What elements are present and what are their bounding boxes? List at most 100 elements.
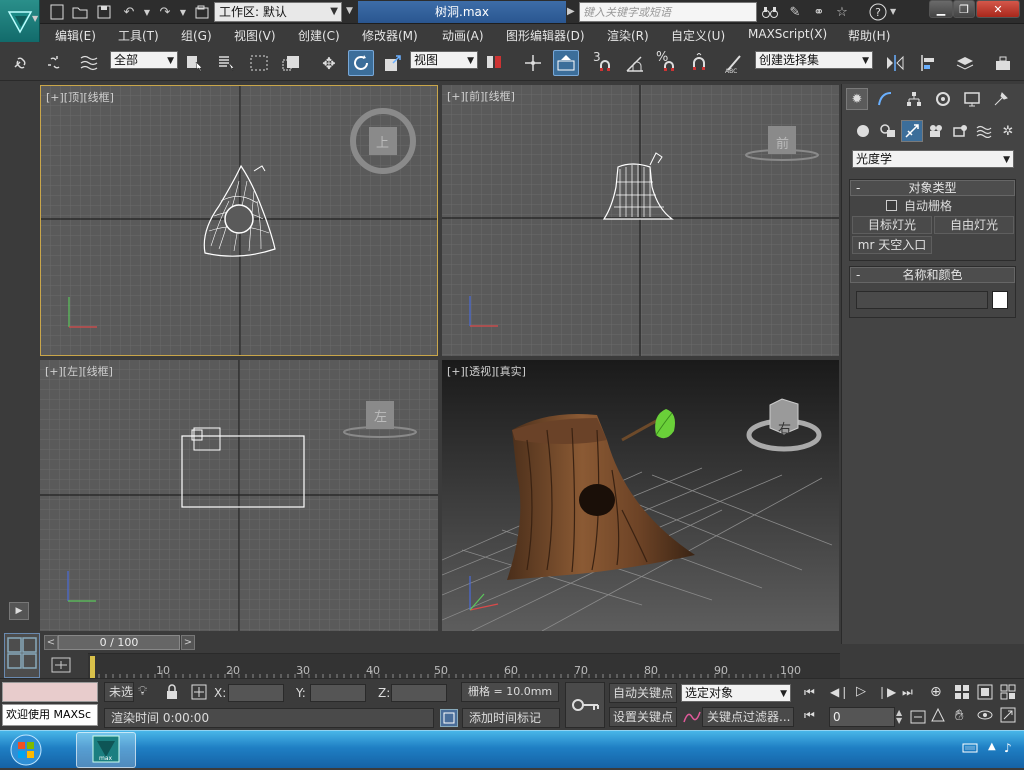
link-icon[interactable] (8, 50, 34, 76)
menu-animation[interactable]: 动画(A) (442, 27, 484, 44)
manipulate-icon[interactable] (520, 50, 546, 76)
tree-stump-wireframe-front[interactable] (602, 147, 680, 222)
move-icon[interactable]: ✥ (316, 50, 342, 76)
next-frame-icon[interactable]: > (181, 635, 195, 650)
search-input[interactable]: 键入关键字或短语 (579, 2, 757, 22)
frame-counter[interactable]: 0 / 100 (58, 635, 180, 650)
close-button[interactable]: ✕ (976, 0, 1020, 18)
zoom-extents-icon[interactable] (977, 684, 993, 700)
viewport-top-label[interactable]: [+][顶][线框] (46, 89, 114, 105)
menu-rendering[interactable]: 渲染(R) (607, 27, 649, 44)
time-slider[interactable]: < 0 / 100 > (40, 633, 840, 653)
redo-icon[interactable]: ↷ (156, 3, 174, 21)
set-key-big-button[interactable] (565, 682, 605, 728)
maxscript-listener-output[interactable] (2, 682, 98, 702)
maximize-button[interactable]: ❐ (953, 0, 975, 18)
z-coordinate-field[interactable] (391, 684, 447, 702)
menu-maxscript[interactable]: MAXScript(X) (748, 27, 827, 41)
cameras-category-icon[interactable] (925, 120, 947, 142)
helpers-category-icon[interactable] (949, 120, 971, 142)
selection-lock-icon[interactable] (165, 684, 181, 700)
redo-dropdown-icon[interactable]: ▼ (174, 3, 192, 21)
pivot-center-icon[interactable] (482, 50, 508, 76)
key-mode-dropdown[interactable]: 选定对象 ▼ (681, 684, 791, 702)
viewport-perspective[interactable]: [+][透视][真实] 右 (442, 360, 839, 631)
volume-icon[interactable]: ♪ (1004, 741, 1012, 755)
viewport-front-label[interactable]: [+][前][线框] (447, 88, 515, 104)
project-folder-icon[interactable] (193, 3, 211, 21)
free-light-button[interactable]: 自由灯光 (934, 216, 1014, 234)
track-bar[interactable]: 10 20 30 40 50 60 70 80 90 100 (88, 653, 840, 679)
orbit-icon[interactable] (977, 707, 993, 723)
object-name-input[interactable] (856, 291, 988, 309)
light-type-dropdown[interactable]: 光度学 ▼ (852, 150, 1014, 168)
percent-snap-icon[interactable]: % (654, 50, 680, 76)
play-icon[interactable]: ▷ (856, 684, 866, 699)
select-by-name-icon[interactable] (214, 50, 240, 76)
align-icon[interactable] (916, 50, 942, 76)
y-coordinate-field[interactable] (310, 684, 366, 702)
quick-access-more-icon[interactable]: ▼ (346, 6, 353, 16)
zoom-icon[interactable]: ⊕ (930, 684, 942, 700)
next-key-icon[interactable]: ❘▶ (877, 685, 896, 699)
viewport-front[interactable]: [+][前][线框] 前 (442, 85, 839, 356)
menu-view[interactable]: 视图(V) (234, 27, 276, 44)
open-folder-icon[interactable] (71, 3, 89, 21)
field-of-view-icon[interactable] (930, 707, 946, 723)
new-file-icon[interactable] (48, 3, 66, 21)
modify-tab-icon[interactable] (874, 88, 896, 110)
pan-hand-icon[interactable]: ✋︎ (955, 706, 964, 724)
isolate-selection-icon[interactable]: 💡︎ (138, 684, 154, 700)
time-configuration-icon[interactable] (910, 709, 926, 725)
communication-center-icon[interactable]: ⚭ (810, 3, 828, 21)
geometry-category-icon[interactable] (852, 120, 874, 142)
photometric-light-object[interactable] (180, 425, 308, 510)
window-crossing-icon[interactable] (278, 50, 304, 76)
edit-named-selection-icon[interactable]: ABC (722, 50, 748, 76)
lights-category-icon[interactable] (901, 120, 923, 142)
viewport-perspective-label[interactable]: [+][透视][真实] (447, 363, 526, 379)
zoom-extents-all-icon[interactable] (1000, 684, 1016, 700)
auto-grid-checkbox[interactable] (886, 200, 897, 211)
shapes-category-icon[interactable] (877, 120, 899, 142)
previous-key-icon[interactable]: ◀❘ (830, 685, 849, 699)
space-warps-category-icon[interactable] (973, 120, 995, 142)
object-color-swatch[interactable] (992, 291, 1008, 309)
maximize-viewport-icon[interactable] (1000, 707, 1016, 723)
keyboard-tray-icon[interactable] (962, 741, 978, 755)
snaps-toggle-icon[interactable]: 3 (590, 50, 616, 76)
expand-left-panel-icon[interactable]: ▶ (9, 602, 29, 620)
mirror-icon[interactable] (882, 50, 908, 76)
binoculars-icon[interactable] (761, 3, 779, 21)
tree-stump-wireframe-top[interactable] (199, 161, 279, 261)
utilities-tab-icon[interactable] (990, 88, 1012, 110)
go-to-end-icon[interactable]: ⏭ (902, 685, 913, 700)
key-tool-icon[interactable]: ✎ (786, 3, 804, 21)
favorites-star-icon[interactable]: ☆ (833, 3, 851, 21)
viewport-left-label[interactable]: [+][左][线框] (45, 363, 113, 379)
x-coordinate-field[interactable] (228, 684, 284, 702)
menu-help[interactable]: 帮助(H) (848, 27, 890, 44)
app-menu-arrow-icon[interactable]: ▼ (32, 14, 38, 23)
help-dropdown-icon[interactable]: ▼ (890, 7, 896, 16)
create-tab-icon[interactable]: ✹ (846, 88, 868, 110)
menu-create[interactable]: 创建(C) (298, 27, 340, 44)
maxscript-listener-input[interactable]: 欢迎使用 MAXSc (2, 704, 98, 726)
current-frame-field[interactable]: 0 (829, 707, 895, 727)
selection-filter-dropdown[interactable]: 全部 ▼ (110, 51, 178, 69)
keyboard-shortcut-override-icon[interactable] (553, 50, 579, 76)
target-light-button[interactable]: 目标灯光 (852, 216, 932, 234)
viewport-left[interactable]: [+][左][线框] 左 (40, 360, 438, 631)
key-filters-button[interactable]: 关键点过滤器... (702, 707, 794, 727)
taskbar-3dsmax-button[interactable]: max (76, 732, 136, 768)
expand-arrow-icon[interactable]: ▶ (567, 6, 575, 17)
spinner-snap-icon[interactable] (686, 50, 712, 76)
workspace-dropdown[interactable]: 工作区: 默认 ▼ (214, 2, 342, 22)
hierarchy-tab-icon[interactable] (903, 88, 925, 110)
mr-sky-portal-button[interactable]: mr 天空入口 (852, 236, 932, 254)
key-filter-curve-icon[interactable] (682, 708, 702, 726)
tray-expand-icon[interactable]: ▲ (988, 741, 996, 752)
previous-frame-icon[interactable]: < (44, 635, 58, 650)
track-view-icon[interactable] (50, 655, 72, 675)
menu-modifiers[interactable]: 修改器(M) (362, 27, 418, 44)
